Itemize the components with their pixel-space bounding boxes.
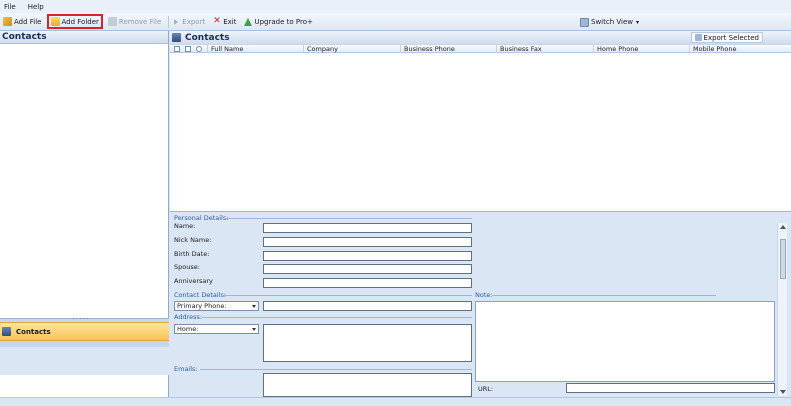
- url-field[interactable]: [566, 383, 775, 393]
- note-field[interactable]: [475, 301, 775, 382]
- contacts-grid-header: Full Name Company Business Phone Busines…: [170, 44, 791, 53]
- address-type-dropdown[interactable]: Home:: [174, 324, 259, 334]
- spouse-field[interactable]: [263, 264, 472, 274]
- column-full-name[interactable]: Full Name: [207, 45, 303, 53]
- upgrade-label: Upgrade to Pro+: [254, 17, 313, 26]
- anniversary-field[interactable]: [263, 278, 472, 288]
- emails-field[interactable]: [263, 373, 472, 397]
- folder-icon: [50, 17, 60, 26]
- remove-icon: [107, 17, 117, 26]
- column-mobile-phone[interactable]: Mobile Phone: [689, 45, 791, 53]
- contacts-icon: [2, 327, 11, 336]
- export-icon: [174, 18, 180, 25]
- switch-view-label: Switch View: [591, 18, 633, 26]
- details-scrollbar[interactable]: [777, 223, 787, 396]
- toolbar-separator: [168, 15, 170, 28]
- contacts-list-title: Contacts: [185, 32, 230, 43]
- contacts-grid-body[interactable]: [170, 53, 791, 210]
- attachment-icon: [196, 46, 202, 52]
- address-heading: Address:: [174, 313, 203, 321]
- phone-type-dropdown[interactable]: Primary Phone:: [174, 301, 259, 311]
- url-label: URL:: [478, 385, 494, 393]
- export-selected-icon: [694, 34, 702, 41]
- export-selected-button[interactable]: Export Selected: [690, 32, 763, 43]
- switch-view-icon: [580, 17, 589, 27]
- address-field[interactable]: [263, 324, 472, 362]
- export-label: Export: [182, 17, 206, 26]
- name-field[interactable]: [263, 223, 472, 233]
- chevron-down-icon: ▾: [635, 18, 639, 26]
- note-heading: Note:: [475, 291, 493, 299]
- anniversary-label: Anniversary: [174, 277, 213, 285]
- menu-bar: File Help: [0, 0, 791, 13]
- remove-file-button[interactable]: Remove File: [105, 15, 164, 29]
- name-label: Name:: [174, 222, 196, 230]
- add-folder-label: Add Folder: [61, 17, 99, 26]
- exit-label: Exit: [223, 17, 237, 26]
- remove-file-label: Remove File: [118, 17, 162, 26]
- scroll-down-icon[interactable]: [780, 390, 786, 394]
- document-icon: [185, 46, 191, 52]
- nav-contacts[interactable]: Contacts: [0, 322, 169, 341]
- switch-view-button[interactable]: Switch View ▾: [577, 15, 642, 29]
- scroll-thumb[interactable]: [780, 239, 786, 279]
- export-button[interactable]: Export: [171, 15, 208, 29]
- export-selected-label: Export Selected: [703, 33, 759, 42]
- birth-date-label: Birth Date:: [174, 250, 210, 258]
- column-business-phone[interactable]: Business Phone: [400, 45, 496, 53]
- spouse-label: Spouse:: [174, 263, 200, 271]
- upgrade-arrow-icon: [244, 17, 253, 26]
- contacts-header-icon: [172, 33, 181, 42]
- menu-help[interactable]: Help: [28, 3, 44, 11]
- select-all-checkbox[interactable]: [174, 46, 180, 52]
- add-file-icon: [3, 17, 12, 26]
- birth-date-field[interactable]: [263, 251, 472, 261]
- phone-field[interactable]: [263, 301, 472, 311]
- contact-details-pane: Personal Details: Name: Nick Name: Birth…: [170, 211, 791, 406]
- scroll-up-icon[interactable]: [780, 225, 786, 229]
- add-file-button[interactable]: Add File: [0, 15, 45, 29]
- toolbar: Add File Add Folder Remove File Export ✕…: [0, 13, 791, 31]
- folder-pane-header: Contacts: [0, 31, 168, 44]
- contact-details-heading: Contact Details:: [174, 291, 227, 299]
- emails-heading: Emails:: [174, 365, 198, 373]
- nav-contacts-label: Contacts: [16, 327, 51, 336]
- add-folder-button[interactable]: Add Folder: [46, 14, 103, 29]
- personal-details-heading: Personal Details:: [174, 214, 229, 222]
- folder-tree[interactable]: [0, 44, 168, 344]
- nav-bottom: [0, 341, 169, 375]
- column-business-fax[interactable]: Business Fax: [496, 45, 593, 53]
- add-file-label: Add File: [14, 17, 42, 26]
- folder-pane-title: Contacts: [2, 32, 47, 42]
- status-bar: [0, 397, 791, 406]
- upgrade-button[interactable]: Upgrade to Pro+: [241, 15, 315, 29]
- exit-button[interactable]: ✕ Exit: [210, 15, 239, 29]
- menu-file[interactable]: File: [4, 3, 16, 11]
- column-company[interactable]: Company: [303, 45, 400, 53]
- nick-name-label: Nick Name:: [174, 236, 212, 244]
- close-icon: ✕: [213, 16, 221, 26]
- column-home-phone[interactable]: Home Phone: [593, 45, 689, 53]
- contacts-list-pane: Contacts Export Selected Full Name Compa…: [170, 31, 791, 211]
- nick-name-field[interactable]: [263, 237, 472, 247]
- contacts-list-header: Contacts Export Selected: [170, 31, 791, 44]
